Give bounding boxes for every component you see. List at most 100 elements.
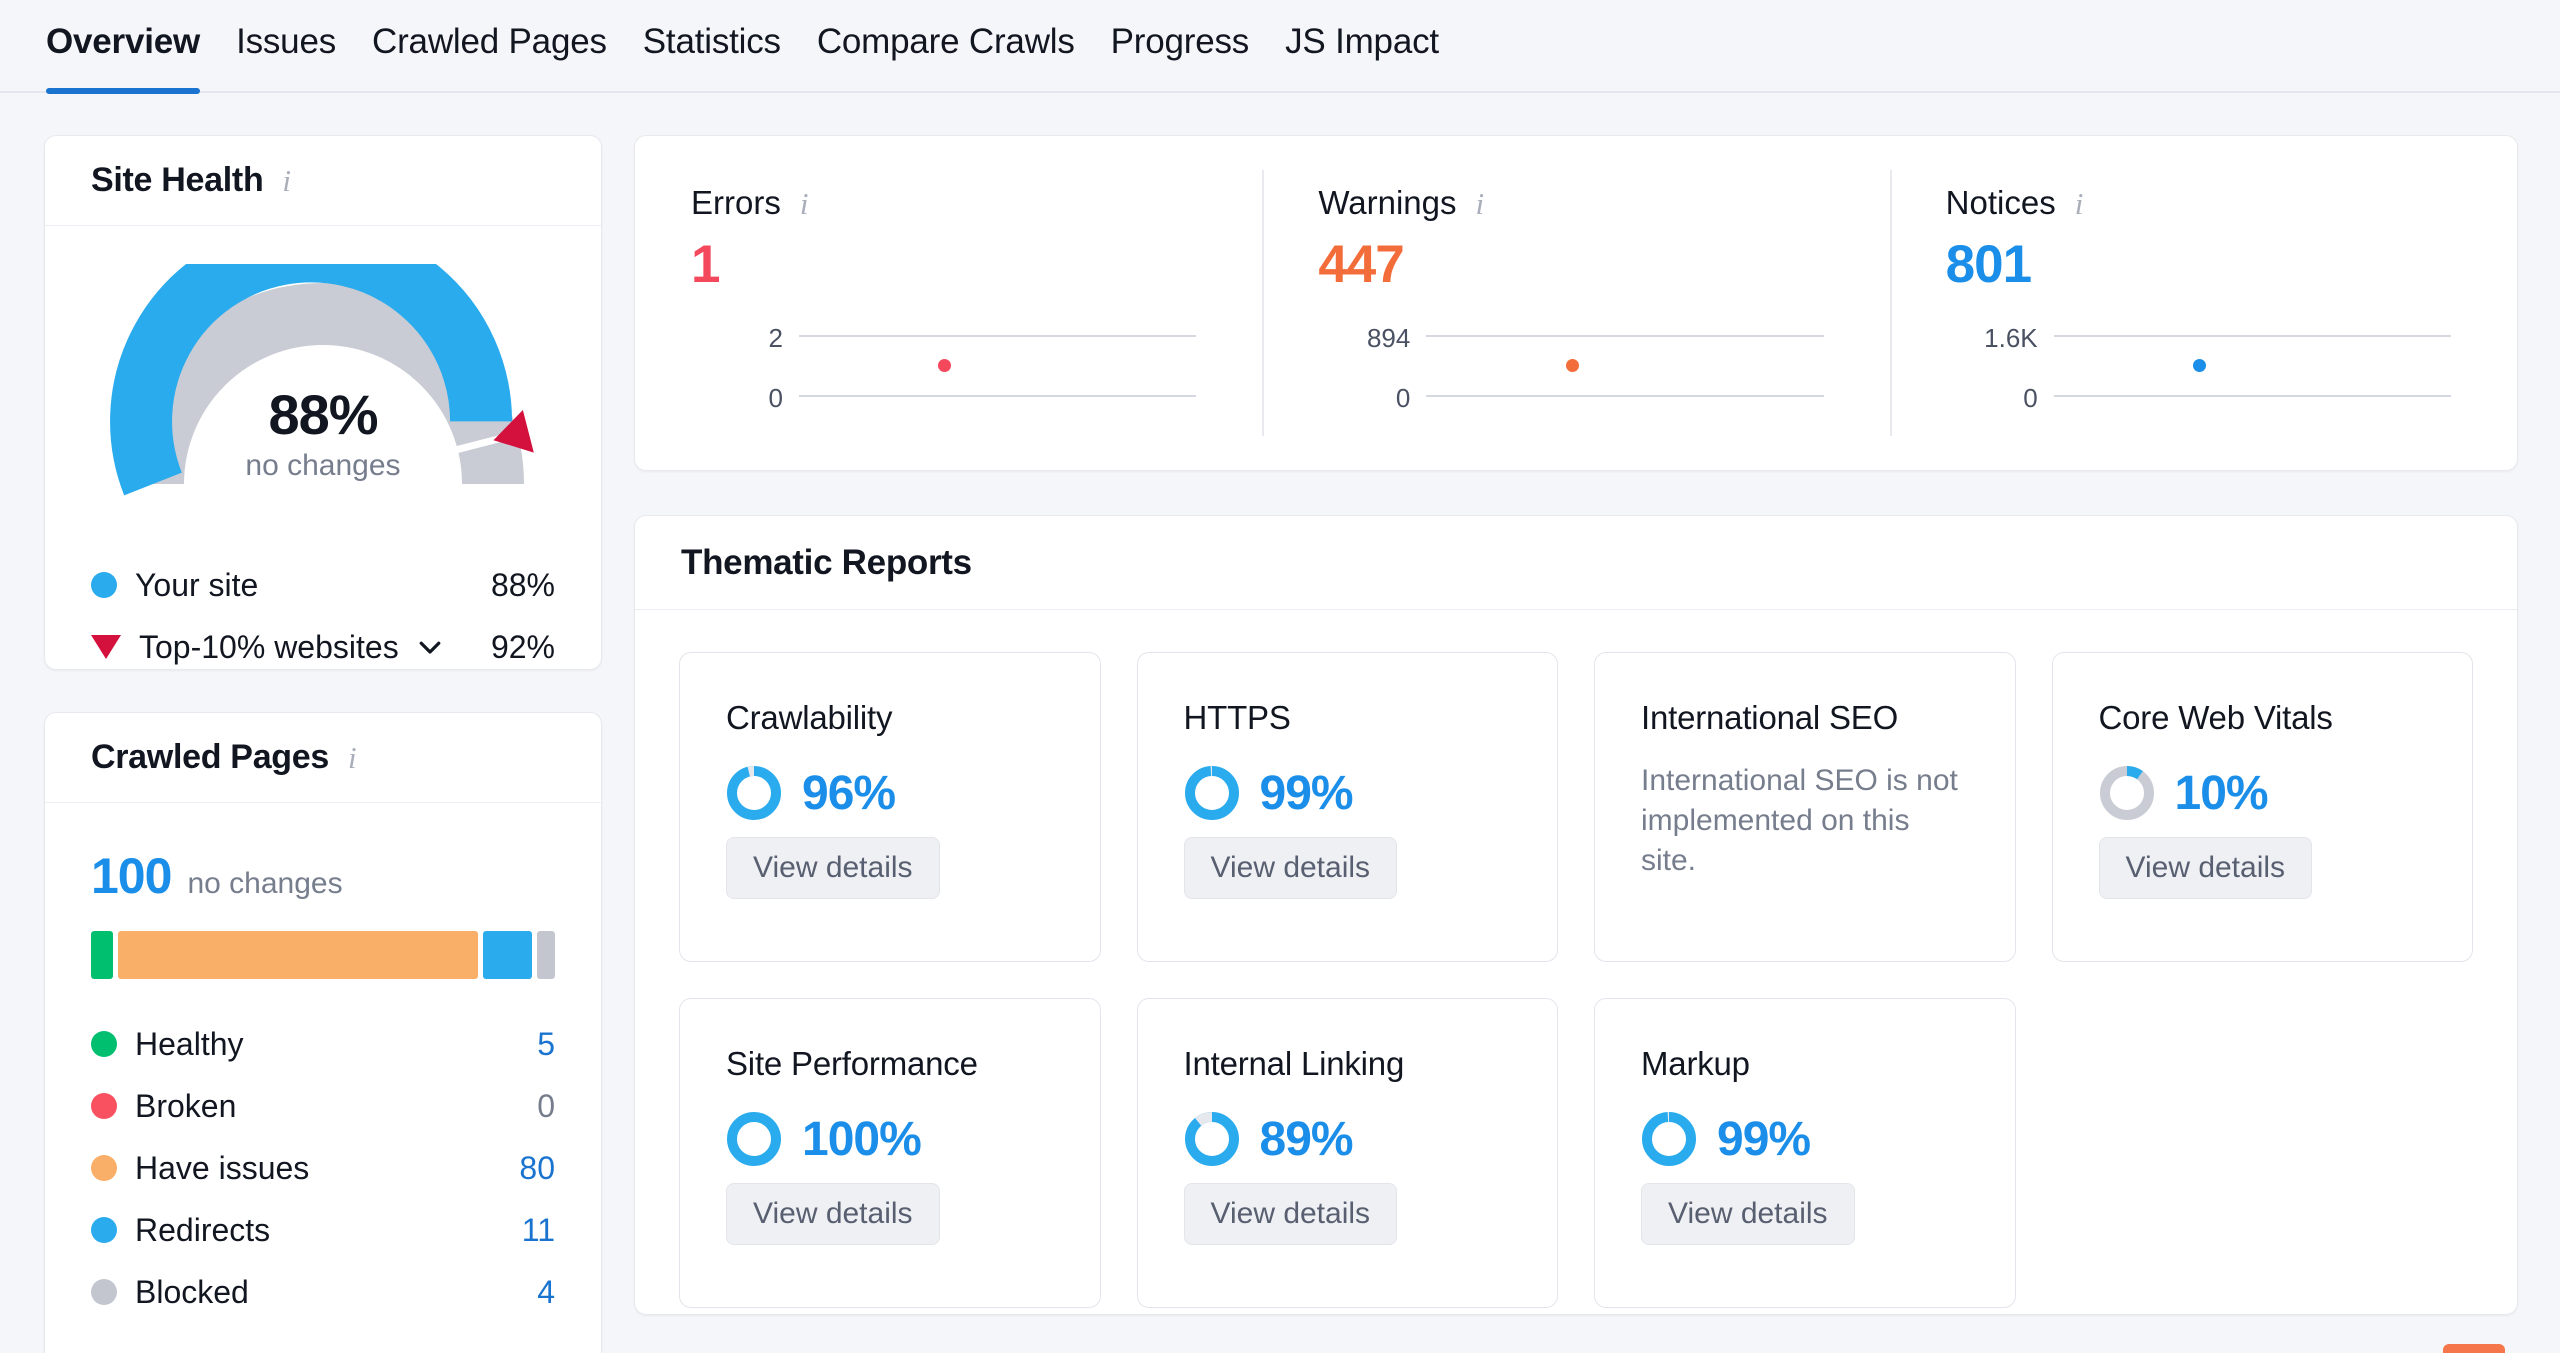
- site-health-legend: Your site 88% Top-10% websites 92%: [91, 554, 555, 678]
- stat-errors: Errors i 1 2 0: [635, 136, 1262, 470]
- site-health-header: Site Health i: [45, 136, 601, 226]
- stat-value[interactable]: 447: [1318, 234, 1833, 295]
- status-dot-icon: [91, 1217, 117, 1243]
- thematic-percent: 100%: [802, 1112, 922, 1166]
- progress-ring-icon: [1184, 766, 1239, 820]
- crawled-legend-value[interactable]: 0: [537, 1088, 555, 1125]
- stat-warnings: Warnings i 447 894 0: [1262, 136, 1889, 470]
- crawled-pages-total: 100: [91, 848, 172, 904]
- thematic-score: 89%: [1184, 1111, 1512, 1167]
- bar-segment-have-issues: [118, 931, 478, 979]
- thematic-score: 100%: [726, 1111, 1054, 1167]
- crawled-legend-value[interactable]: 80: [519, 1150, 555, 1187]
- stat-axis-max: 2: [768, 323, 783, 353]
- tab-progress[interactable]: Progress: [1111, 0, 1250, 92]
- thematic-card-international-seo[interactable]: International SEO International SEO is no…: [1594, 652, 2016, 962]
- crawled-legend-row[interactable]: Have issues 80: [91, 1137, 555, 1199]
- view-details-button[interactable]: View details: [1183, 837, 1398, 899]
- tab-statistics[interactable]: Statistics: [643, 0, 781, 92]
- thematic-card-title: HTTPS: [1183, 699, 1291, 736]
- chevron-down-icon[interactable]: [415, 632, 445, 662]
- stat-value[interactable]: 1: [691, 234, 1206, 295]
- site-health-card: Site Health i 88% no changes Your site 8…: [44, 135, 602, 670]
- right-column: Errors i 1 2 0 Warnings i 447 894 0 Notices i 801 1.6…: [634, 135, 2518, 1315]
- stat-value[interactable]: 801: [1946, 234, 2461, 295]
- site-health-gauge: 88% no changes: [45, 264, 601, 504]
- tab-overview[interactable]: Overview: [46, 0, 200, 94]
- crawled-legend-row[interactable]: Broken 0: [91, 1075, 555, 1137]
- stat-title: Warnings: [1318, 184, 1457, 221]
- thematic-reports-header: Thematic Reports: [635, 516, 2517, 610]
- thematic-card-site-performance[interactable]: Site Performance 100% View details: [679, 998, 1101, 1308]
- crawled-pages-title: Crawled Pages: [91, 738, 329, 776]
- view-details-button[interactable]: View details: [1641, 1183, 1855, 1245]
- gridline-top: [799, 335, 1197, 337]
- tab-compare-crawls[interactable]: Compare Crawls: [817, 0, 1075, 92]
- sparkline-point[interactable]: [938, 359, 952, 372]
- thematic-card-description: International SEO is not implemented on …: [1641, 764, 1958, 877]
- thematic-card-crawlability[interactable]: Crawlability 96% View details: [679, 652, 1101, 962]
- info-icon[interactable]: i: [2075, 188, 2084, 219]
- thematic-score: 96%: [726, 765, 1054, 821]
- crawled-legend-row[interactable]: Blocked 4: [91, 1261, 555, 1323]
- crawled-pages-legend: Healthy 5 Broken 0 Have issues 80 Redirects 11 B…: [91, 1013, 555, 1323]
- thematic-percent: 89%: [1259, 1112, 1354, 1166]
- info-icon[interactable]: i: [1475, 188, 1484, 219]
- view-details-button[interactable]: View details: [726, 837, 940, 899]
- circle-marker-icon: [91, 572, 117, 598]
- crawled-pages-change: no changes: [187, 867, 343, 900]
- sparkline-point[interactable]: [2193, 358, 2206, 372]
- legend-row-your-site: Your site 88%: [91, 554, 555, 616]
- crawled-legend-row[interactable]: Redirects 11: [91, 1199, 555, 1261]
- tab-issues[interactable]: Issues: [236, 0, 336, 92]
- thematic-card-title: Markup: [1641, 1045, 1750, 1082]
- view-details-button[interactable]: View details: [726, 1183, 940, 1245]
- view-details-button[interactable]: View details: [2098, 837, 2313, 899]
- thematic-score: 99%: [1184, 765, 1512, 821]
- thematic-percent: 10%: [2174, 766, 2269, 820]
- thematic-percent: 99%: [1717, 1112, 1811, 1166]
- legend-row-top10[interactable]: Top-10% websites 92%: [91, 616, 555, 678]
- progress-ring-icon: [2099, 766, 2154, 820]
- stat-header: Warnings i: [1318, 184, 1833, 222]
- stat-sparkline: 20: [691, 317, 1206, 417]
- thematic-score: 99%: [1641, 1111, 1969, 1167]
- crawled-legend-value[interactable]: 4: [537, 1274, 555, 1311]
- main-tabbar: Overview Issues Crawled Pages Statistics Com…: [0, 0, 2560, 94]
- thematic-reports-grid: Crawlability 96% View details HTTPS 99% View …: [635, 610, 2517, 1350]
- bar-segment-healthy: [91, 931, 114, 979]
- stat-axis-max: 1.6K: [1984, 323, 2038, 353]
- crawled-pages-header: Crawled Pages i: [45, 713, 601, 803]
- view-details-button[interactable]: View details: [1183, 1183, 1398, 1245]
- info-icon[interactable]: i: [348, 742, 357, 773]
- progress-ring-icon: [727, 766, 781, 820]
- gridline-bottom: [799, 395, 1197, 397]
- crawled-legend-value[interactable]: 11: [522, 1212, 555, 1249]
- thematic-card-internal-linking[interactable]: Internal Linking 89% View details: [1136, 998, 1558, 1308]
- tab-js-impact[interactable]: JS Impact: [1285, 0, 1439, 92]
- gridline-top: [2053, 335, 2451, 337]
- info-icon[interactable]: i: [282, 165, 291, 196]
- crawled-legend-row[interactable]: Healthy 5: [91, 1013, 555, 1075]
- crawled-legend-label: Blocked: [135, 1273, 249, 1310]
- sparkline-point[interactable]: [1565, 359, 1579, 372]
- crawled-pages-stacked-bar: [91, 931, 555, 979]
- status-dot-icon: [91, 1155, 117, 1181]
- thematic-reports-card: Thematic Reports Crawlability 96% View det…: [634, 515, 2518, 1315]
- thematic-percent: 96%: [802, 766, 896, 820]
- stat-sparkline: 1.6K 0: [1946, 317, 2461, 417]
- stat-sparkline: 894 0: [1318, 317, 1833, 417]
- status-dot-icon: [91, 1093, 117, 1119]
- thematic-percent: 99%: [1259, 766, 1354, 820]
- thematic-card-https[interactable]: HTTPS 99% View details: [1136, 652, 1558, 962]
- crawled-legend-value[interactable]: 5: [537, 1026, 555, 1063]
- thematic-card-markup[interactable]: Markup 99% View details: [1594, 998, 2016, 1308]
- bar-segment-redirects: [482, 931, 533, 979]
- stat-axis-min: 0: [1395, 383, 1411, 413]
- info-icon[interactable]: i: [800, 188, 809, 219]
- tab-crawled-pages[interactable]: Crawled Pages: [372, 0, 607, 92]
- crawled-legend-label: Have issues: [135, 1149, 310, 1186]
- stat-title: Errors: [691, 184, 781, 221]
- thematic-reports-title: Thematic Reports: [681, 542, 972, 582]
- thematic-card-core-web-vitals[interactable]: Core Web Vitals 10% View details: [2051, 652, 2473, 962]
